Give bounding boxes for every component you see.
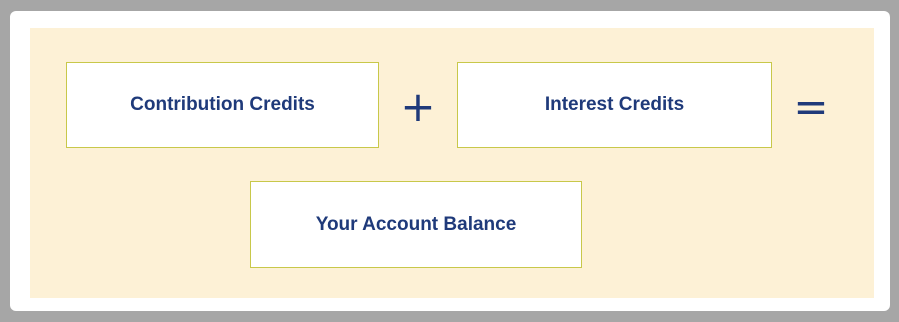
account-balance-label: Your Account Balance (315, 213, 517, 235)
interest-credits-label: Interest Credits (544, 94, 685, 115)
account-balance-box: Your Account Balance (250, 181, 582, 268)
interest-credits-box: Interest Credits (457, 62, 772, 148)
plus-operator: + (395, 84, 441, 130)
equals-operator: = (788, 84, 834, 130)
plus-symbol: + (400, 82, 436, 131)
equals-symbol: = (793, 82, 829, 131)
contribution-credits-box: Contribution Credits (66, 62, 379, 148)
contribution-credits-label: Contribution Credits (130, 94, 315, 115)
